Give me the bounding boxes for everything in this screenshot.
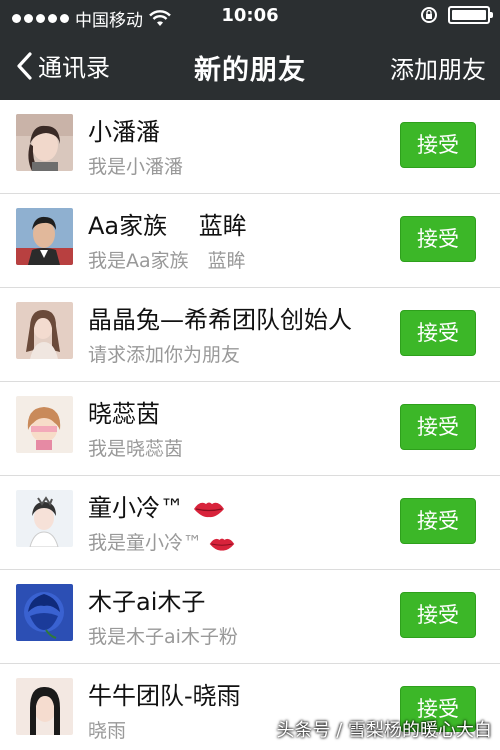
friend-request-list: 小潘潘 我是小潘潘 接受 Aa家族 蓝眸 我是Aa家族 蓝眸 接受 晶晶兔—希希… xyxy=(0,100,500,750)
list-item[interactable]: 木子ai木子 我是木子ai木子粉 接受 xyxy=(0,570,500,664)
rotation-lock-icon xyxy=(421,7,437,23)
request-message: 我是童小冷™ xyxy=(88,528,236,555)
accept-button[interactable]: 接受 xyxy=(400,310,476,356)
request-name: 晓蕊茵 xyxy=(88,400,160,428)
request-name-text: 童小冷™ xyxy=(88,494,184,522)
list-item[interactable]: Aa家族 蓝眸 我是Aa家族 蓝眸 接受 xyxy=(0,194,500,288)
status-right xyxy=(420,6,493,24)
request-name: 小潘潘 xyxy=(88,118,160,146)
request-name: 牛牛团队-晓雨 xyxy=(88,682,241,710)
battery-icon xyxy=(448,6,493,24)
avatar xyxy=(16,302,73,359)
status-bar: 中国移动 10:06 xyxy=(0,0,500,32)
avatar xyxy=(16,584,73,641)
request-message: 请求添加你为朋友 xyxy=(88,344,241,366)
list-item[interactable]: 晶晶兔—希希团队创始人 请求添加你为朋友 接受 xyxy=(0,288,500,382)
list-item[interactable]: 童小冷™ 我是童小冷™ 接受 xyxy=(0,476,500,570)
list-item[interactable]: 小潘潘 我是小潘潘 接受 xyxy=(0,100,500,194)
accept-button[interactable]: 接受 xyxy=(400,592,476,638)
request-message: 我是晓蕊茵 xyxy=(88,438,184,460)
add-friend-button[interactable]: 添加朋友 xyxy=(390,50,486,85)
avatar xyxy=(16,678,73,735)
avatar xyxy=(16,114,73,171)
watermark-text: 头条号 / 雪梨杨的暖心大白 xyxy=(276,720,492,741)
request-name: 晶晶兔—希希团队创始人 xyxy=(88,306,352,334)
lips-icon xyxy=(209,538,235,551)
request-message: 晓雨 xyxy=(88,720,127,742)
top-bar: 中国移动 10:06 通讯录 新的朋友 添加朋友 xyxy=(0,0,500,100)
nav-bar: 通讯录 新的朋友 添加朋友 xyxy=(0,32,500,100)
accept-button[interactable]: 接受 xyxy=(400,122,476,168)
request-name: 童小冷™ xyxy=(88,488,226,523)
avatar xyxy=(16,396,73,453)
list-item[interactable]: 晓蕊茵 我是晓蕊茵 接受 xyxy=(0,382,500,476)
accept-button[interactable]: 接受 xyxy=(400,404,476,450)
request-message: 我是Aa家族 蓝眸 xyxy=(88,250,246,272)
request-message: 我是木子ai木子粉 xyxy=(88,626,238,648)
request-name: 木子ai木子 xyxy=(88,588,206,616)
avatar xyxy=(16,490,73,547)
request-message-text: 我是童小冷™ xyxy=(88,532,203,554)
accept-button[interactable]: 接受 xyxy=(400,498,476,544)
accept-button[interactable]: 接受 xyxy=(400,216,476,262)
lips-icon xyxy=(193,502,224,518)
request-name: Aa家族 蓝眸 xyxy=(88,212,247,240)
request-message: 我是小潘潘 xyxy=(88,156,184,178)
avatar xyxy=(16,208,73,265)
